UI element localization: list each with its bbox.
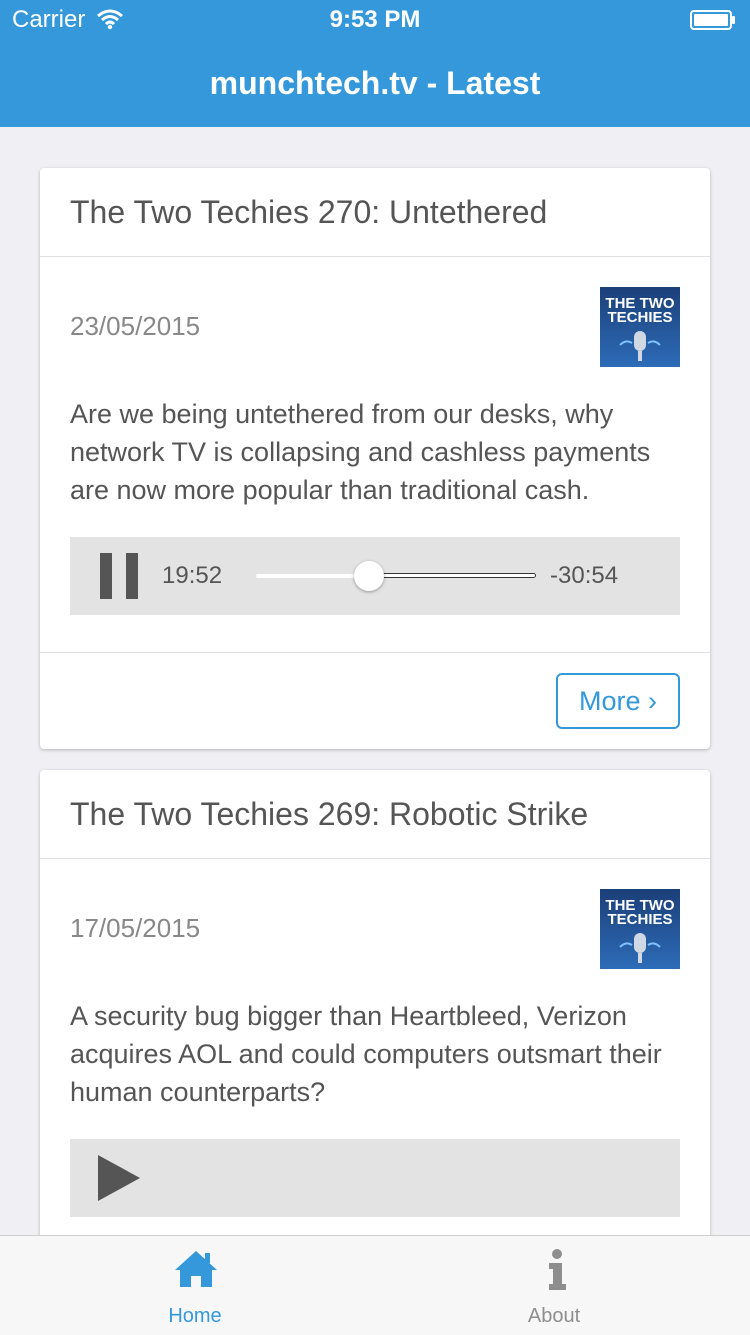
clock: 9:53 PM: [329, 6, 421, 33]
tab-about-label: About: [527, 1305, 581, 1327]
page-title: munchtech.tv - Latest: [209, 65, 541, 101]
episode-date: 23/05/2015: [70, 311, 201, 341]
episode-description: A security bug bigger than Heartbleed, V…: [70, 1001, 662, 1107]
episode-card: The Two Techies 269: Robotic Strike 17/0…: [40, 770, 710, 1235]
episode-thumbnail: THE TWO TECHIES: [600, 287, 680, 367]
header: Carrier 9:53 PM munchtech.tv - Latest: [0, 0, 750, 127]
progress-remaining: [368, 573, 536, 578]
tab-home-label: Home: [168, 1305, 222, 1327]
audio-player: [70, 1139, 680, 1217]
episode-feed[interactable]: The Two Techies 270: Untethered 23/05/20…: [0, 127, 750, 1235]
battery-icon: [690, 10, 735, 30]
tab-home[interactable]: Home: [95, 1236, 295, 1335]
svg-text:TECHIES: TECHIES: [607, 911, 672, 928]
tab-bar: Home About: [0, 1235, 750, 1335]
episode-body: 17/05/2015 THE TWO TECHIES A security bu…: [40, 859, 710, 1235]
episode-date: 17/05/2015: [70, 913, 201, 943]
card-footer: More ›: [40, 652, 710, 749]
pause-icon[interactable]: [100, 553, 140, 599]
svg-text:TECHIES: TECHIES: [607, 309, 672, 326]
episode-description: Are we being untethered from our desks, …: [70, 399, 651, 505]
elapsed-time: 19:52: [162, 562, 223, 589]
info-icon: [549, 1249, 566, 1290]
status-bar: Carrier 9:53 PM: [0, 0, 750, 40]
audio-player: 19:52 -30:54: [70, 537, 680, 615]
episode-body: 23/05/2015 THE TWO TECHIES Are we being …: [40, 257, 710, 653]
home-icon: [175, 1251, 217, 1287]
play-icon[interactable]: [98, 1155, 142, 1201]
episode-title: The Two Techies 270: Untethered: [40, 168, 710, 257]
episode-card: The Two Techies 270: Untethered 23/05/20…: [40, 168, 710, 749]
tab-about[interactable]: About: [454, 1236, 654, 1335]
episode-thumbnail: THE TWO TECHIES: [600, 889, 680, 969]
remaining-time: -30:54: [550, 562, 619, 589]
more-button[interactable]: More ›: [556, 673, 680, 729]
progress-slider-thumb[interactable]: [354, 561, 384, 591]
episode-title: The Two Techies 269: Robotic Strike: [40, 770, 710, 859]
